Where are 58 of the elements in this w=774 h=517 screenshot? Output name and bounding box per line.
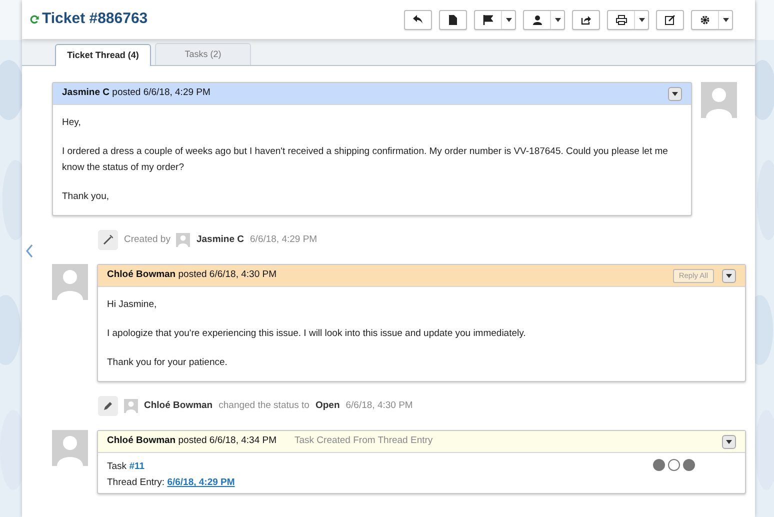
file-icon — [449, 14, 457, 24]
event-text: changed the status to — [218, 398, 310, 413]
event-text: 6/6/18, 4:29 PM — [250, 232, 318, 247]
printer-icon — [616, 14, 626, 24]
avatar-icon — [52, 430, 88, 466]
caret-icon — [638, 18, 644, 22]
caret-icon — [726, 440, 732, 444]
wand-icon — [98, 230, 118, 250]
options-button[interactable] — [668, 86, 682, 100]
event-user: Chloé Bowman — [144, 398, 213, 413]
caret-icon — [726, 274, 732, 278]
toolbar-button[interactable] — [656, 10, 684, 30]
user-icon — [532, 14, 542, 24]
caret-icon — [672, 92, 678, 96]
toolbar-button[interactable] — [474, 10, 516, 30]
message-text: Thread Entry: 6/6/18, 4:29 PM — [107, 476, 235, 490]
message-text: Hey, — [62, 116, 81, 130]
caret-icon — [554, 18, 560, 22]
share-icon — [581, 14, 591, 24]
message-text: Thank you, — [62, 190, 109, 204]
avatar-icon — [701, 82, 737, 118]
avatar-icon — [124, 399, 138, 413]
event-text: Created by — [124, 232, 170, 247]
message-subtitle: Task Created From Thread Entry — [294, 434, 433, 448]
ticket-title: Ticket #886763 — [42, 9, 148, 30]
task-link[interactable]: #11 — [129, 461, 145, 472]
caret-icon — [722, 18, 728, 22]
avatar-icon — [52, 264, 88, 300]
toolbar-button[interactable] — [439, 10, 467, 30]
thread-entry-link[interactable]: 6/6/18, 4:29 PM — [167, 477, 235, 488]
flag-icon — [483, 14, 493, 24]
event-user: Jasmine C — [196, 232, 244, 247]
message-author: Chloé Bowman posted 6/6/18, 4:34 PM — [107, 434, 276, 448]
tab[interactable]: Ticket Thread (4) — [55, 44, 151, 66]
toolbar-button[interactable] — [572, 10, 600, 30]
tab[interactable]: Tasks (2) — [155, 43, 251, 65]
message-text: Task #11 — [107, 460, 145, 474]
options-button[interactable] — [722, 268, 736, 282]
message-text: I ordered a dress a couple of weeks ago but I haven't received a shipping confirmation. My order number is VV-187645. Could you please let me know the status of my order? — [62, 145, 669, 175]
event-text: 6/6/18, 4:30 PM — [346, 398, 413, 413]
caret-icon — [506, 18, 512, 22]
message-author: Chloé Bowman posted 6/6/18, 4:30 PM — [107, 268, 276, 282]
settings-icon — [700, 14, 710, 24]
toolbar-button[interactable] — [523, 10, 565, 30]
edit-icon — [665, 14, 675, 24]
message-author: Jasmine C posted 6/6/18, 4:29 PM — [62, 86, 210, 100]
toolbar-button[interactable] — [404, 10, 432, 30]
refresh-icon — [30, 15, 39, 24]
avatar-icon — [176, 233, 190, 247]
options-button[interactable] — [722, 434, 736, 448]
event-user: Open — [315, 398, 340, 413]
message-text: Hi Jasmine, — [107, 298, 157, 312]
pencil-icon — [98, 396, 118, 416]
message-text: I apologize that you're experiencing this issue. I will look into this issue and update you immediately. — [107, 327, 526, 341]
toolbar-button[interactable] — [691, 10, 733, 30]
message-text: Thank you for your patience. — [107, 356, 228, 370]
toolbar-button[interactable] — [607, 10, 649, 30]
reply-icon — [413, 15, 423, 24]
